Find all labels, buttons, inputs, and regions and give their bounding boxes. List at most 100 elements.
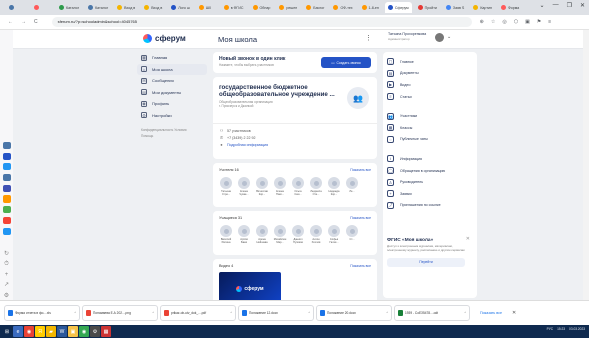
person-item[interactable]: Татьяна Стре... [219, 177, 233, 196]
chevron-up-icon[interactable]: ^ [231, 311, 233, 315]
students-show-all-link[interactable]: Показать все [350, 216, 371, 220]
create-call-button[interactable]: ▭ Создать звонок [321, 57, 371, 68]
close-icon[interactable]: ✕ [580, 2, 585, 9]
menu-item-invites[interactable]: ⤴ Приглашения по ссылке [383, 200, 477, 212]
video-thumbnail[interactable]: сферум [219, 272, 281, 300]
browser-tab[interactable] [6, 2, 28, 13]
person-item[interactable]: Людмила Оте... [309, 177, 323, 196]
yandex-app-icon[interactable]: Я [35, 326, 45, 337]
browser-tab[interactable]: Форма [498, 2, 522, 13]
more-menu-icon[interactable]: ⋮ [365, 34, 372, 42]
menu-item-docs[interactable]: ▤ Документы [383, 68, 477, 80]
back-icon[interactable]: ← [8, 19, 13, 25]
language-indicator[interactable]: РУС [547, 327, 553, 331]
browser-tab[interactable]: Бэклог [303, 2, 327, 13]
browser-tab[interactable]: ОФ-тех [330, 2, 355, 13]
sidebar-tool-icon[interactable]: ↗ [3, 282, 10, 289]
nav-item-messages[interactable]: ✉ Сообщения [137, 75, 207, 87]
folder-app-icon[interactable]: ▣ [68, 326, 78, 337]
download-item[interactable]: Пономаева Е.А 202....png ^ [82, 305, 158, 321]
details-link[interactable]: ● Подробная информация [219, 141, 268, 148]
menu-item-video[interactable]: ▶ Видео [383, 79, 477, 91]
show-all-downloads-link[interactable]: Показать все [480, 311, 502, 315]
toolbar-extension-icon[interactable]: ⬡ [514, 19, 518, 25]
page-scrollbar[interactable] [583, 30, 589, 300]
person-item[interactable]: Михайлем Мар... [273, 225, 287, 244]
browser-tab[interactable]: Каталог [85, 2, 111, 13]
minimize-list-icon[interactable]: ⌄ [540, 2, 545, 9]
photos-app-icon[interactable]: ▦ [101, 326, 111, 337]
toolbar-extension-icon[interactable]: ⚑ [537, 19, 541, 25]
person-item[interactable]: Василий Репина [219, 225, 233, 244]
browser-tab[interactable]: в ФГИС [221, 2, 247, 13]
menu-item-public-chats[interactable]: ◌ Публичные чаты [383, 134, 477, 146]
chevron-up-icon[interactable]: ^ [309, 311, 311, 315]
toolbar-extension-icon[interactable]: ⊕ [480, 19, 484, 25]
reload-icon[interactable]: C [34, 19, 38, 25]
person-item[interactable]: Ле... [345, 177, 359, 196]
nav-item-my-school[interactable]: ⌂ Моя школа [137, 63, 207, 75]
minimize-icon[interactable]: — [553, 2, 559, 9]
help-link[interactable]: Помощь [137, 133, 207, 139]
person-item[interactable]: Софья Галки... [327, 225, 341, 244]
person-item[interactable]: Антон Хохлов [309, 225, 323, 244]
close-icon[interactable]: ✕ [512, 310, 516, 316]
browser-tab[interactable]: Вход в [141, 2, 165, 13]
vk-app-9-icon[interactable] [2, 227, 11, 235]
browser-tab[interactable]: Вход в [114, 2, 138, 13]
browser-tab[interactable]: Лого ш [168, 2, 192, 13]
sidebar-tool-icon[interactable]: + [3, 272, 10, 279]
chevron-up-icon[interactable]: ^ [75, 311, 77, 315]
nav-item-settings[interactable]: ⚙ Настройки [137, 110, 207, 122]
vk-app-6-icon[interactable] [2, 195, 11, 203]
vk-app-4-icon[interactable] [2, 174, 11, 182]
vk-app-3-icon[interactable] [2, 163, 11, 171]
phone-row[interactable]: ✆ +7 (3439) 2 22 92 [219, 134, 268, 141]
sferum-logo[interactable]: сферум [143, 34, 186, 43]
menu-item-head[interactable]: ♙ Руководитель [383, 176, 477, 188]
person-item[interactable]: Елена Чукае... [237, 177, 251, 196]
download-item[interactable]: 1939 - СоЕЗ5478....odt ^ [394, 305, 470, 321]
vk-app-5-icon[interactable] [2, 184, 11, 192]
nav-item-home[interactable]: ▦ Главная [137, 52, 207, 64]
sidebar-tool-icon[interactable]: ⏱ [3, 261, 10, 268]
nav-item-documents[interactable]: ▤ Мои документы [137, 87, 207, 99]
menu-item-main[interactable]: ▢ Главное [383, 56, 477, 68]
vk-app-2-icon[interactable] [2, 152, 11, 160]
chevron-up-icon[interactable]: ^ [387, 311, 389, 315]
menu-item-members[interactable]: 👥 Участники [383, 110, 477, 122]
toolbar-extension-icon[interactable]: ▣ [525, 19, 530, 25]
person-item[interactable]: Вячеслав Кор... [255, 177, 269, 196]
person-item[interactable]: Ст... [345, 225, 359, 244]
chrome-app-icon[interactable]: ◉ [24, 326, 34, 337]
download-item[interactable]: Форма отчета в фо....xls ^ [4, 305, 80, 321]
browser-tab[interactable]: Картин [470, 2, 495, 13]
browser-tab[interactable]: решен [276, 2, 300, 13]
participants-row[interactable]: ⚇ 57 участников [219, 127, 268, 134]
video-show-all-link[interactable]: Показать все [350, 264, 371, 268]
nav-item-profile[interactable]: ◉ Профиль [137, 98, 207, 110]
sidebar-tool-icon[interactable]: ⚙ [3, 293, 10, 300]
browser-tab[interactable]: Сферум [384, 2, 412, 13]
download-item[interactable]: Положение 12.docx ^ [238, 305, 314, 321]
chevron-up-icon[interactable]: ^ [465, 311, 467, 315]
menu-item-classes[interactable]: ▦ Классы [383, 122, 477, 134]
person-item[interactable]: Артём Баев [237, 225, 251, 244]
person-item[interactable]: Елена Пико... [273, 177, 287, 196]
browser-tab[interactable]: Ш0 [196, 2, 218, 13]
download-item[interactable]: prikaz-ob-utv_dok_....pdf ^ [160, 305, 236, 321]
browser-tab[interactable]: Каталог [56, 2, 82, 13]
start-app-icon[interactable]: ⊞ [2, 326, 12, 337]
teachers-show-all-link[interactable]: Показать все [350, 168, 371, 172]
forward-icon[interactable]: → [21, 19, 26, 25]
vk-app-7-icon[interactable] [2, 206, 11, 214]
browser-tab[interactable]: Пройти [415, 2, 440, 13]
menu-item-requests[interactable]: + Заявки [383, 188, 477, 200]
toolbar-extension-icon[interactable]: ☆ [491, 19, 495, 25]
restore-icon[interactable]: ❐ [567, 2, 572, 9]
chevron-up-icon[interactable]: ^ [153, 311, 155, 315]
promo-go-button[interactable]: Перейти [387, 257, 465, 267]
chrome2-app-icon[interactable]: ◉ [79, 326, 89, 337]
chevron-down-icon[interactable]: ⌄ [447, 34, 451, 40]
toolbar-extension-icon[interactable]: ≡ [548, 19, 551, 25]
